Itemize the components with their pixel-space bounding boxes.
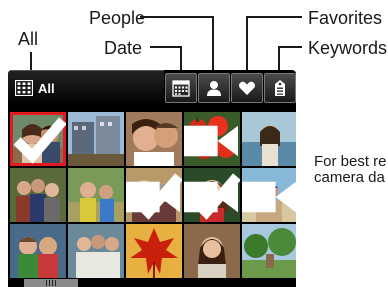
heart-icon bbox=[239, 81, 255, 95]
photo-garden-trees bbox=[242, 224, 296, 278]
calendar-icon bbox=[172, 80, 190, 97]
photo-woman-lakeside bbox=[242, 112, 296, 166]
camera-screen: All bbox=[8, 70, 296, 287]
photo-red-leaf bbox=[126, 224, 182, 278]
callout-people: People bbox=[89, 8, 146, 28]
thumbnail[interactable] bbox=[10, 168, 66, 222]
thumbnail[interactable] bbox=[184, 224, 240, 278]
side-note: For best re camera da bbox=[314, 154, 387, 186]
video-icon bbox=[126, 181, 180, 213]
leader-line-keywords bbox=[278, 46, 302, 48]
thumbnail[interactable] bbox=[126, 112, 182, 166]
video-icon bbox=[184, 125, 238, 157]
check-icon bbox=[13, 117, 66, 164]
leader-line-date-drop bbox=[180, 46, 182, 73]
thumbnail[interactable] bbox=[242, 168, 296, 222]
photo-two-kids bbox=[10, 224, 66, 278]
callout-favorites: Favorites bbox=[308, 8, 383, 28]
photo-family-group bbox=[10, 168, 66, 222]
tab-all[interactable]: All bbox=[8, 70, 164, 106]
thumbnail[interactable] bbox=[126, 168, 182, 222]
thumbnail[interactable] bbox=[242, 224, 296, 278]
thumbnail[interactable] bbox=[242, 112, 296, 166]
leader-line-keywords-drop bbox=[278, 46, 280, 73]
thumbnail[interactable] bbox=[10, 224, 66, 278]
thumbnail[interactable] bbox=[184, 168, 240, 222]
tab-people-button[interactable] bbox=[198, 73, 230, 103]
photo-friends-outdoors bbox=[68, 224, 124, 278]
callout-keywords: Keywords bbox=[308, 38, 388, 58]
thumbnail[interactable] bbox=[68, 224, 124, 278]
thumbnail-grid bbox=[8, 110, 296, 280]
leader-line-favorites-drop bbox=[246, 16, 248, 73]
photo-woman-smiling bbox=[184, 224, 240, 278]
person-icon bbox=[207, 81, 221, 96]
scroll-thumb[interactable] bbox=[24, 279, 78, 287]
thumbnail[interactable] bbox=[184, 112, 240, 166]
callout-all: All bbox=[18, 29, 39, 49]
thumbnail[interactable] bbox=[10, 112, 66, 166]
thumbnail-scrollbar[interactable] bbox=[8, 279, 296, 287]
tab-keywords-button[interactable] bbox=[264, 73, 296, 103]
leader-line-people-drop bbox=[212, 16, 214, 73]
leader-line-all bbox=[30, 52, 32, 70]
video-icon bbox=[184, 181, 238, 213]
scroll-grip-icon bbox=[46, 280, 56, 286]
photo-city-building bbox=[68, 112, 124, 166]
callout-date: Date bbox=[104, 38, 143, 58]
photo-kids-playing bbox=[68, 168, 124, 222]
side-note-line-2: camera da bbox=[314, 169, 385, 186]
view-tab-bar: All bbox=[8, 70, 296, 106]
tab-favorites-button[interactable] bbox=[231, 73, 263, 103]
tag-icon bbox=[275, 80, 285, 96]
photo-couple-closeup bbox=[126, 112, 182, 166]
tab-date-button[interactable] bbox=[165, 73, 197, 103]
thumbnail[interactable] bbox=[68, 168, 124, 222]
grid-view-icon bbox=[15, 80, 33, 96]
leader-line-people bbox=[140, 16, 214, 18]
video-icon bbox=[242, 181, 296, 213]
tab-all-label: All bbox=[38, 81, 55, 96]
side-note-line-1: For best re bbox=[314, 153, 387, 170]
thumbnail[interactable] bbox=[68, 112, 124, 166]
leader-line-favorites bbox=[246, 16, 302, 18]
leader-line-date bbox=[150, 46, 182, 48]
thumbnail[interactable] bbox=[126, 224, 182, 278]
